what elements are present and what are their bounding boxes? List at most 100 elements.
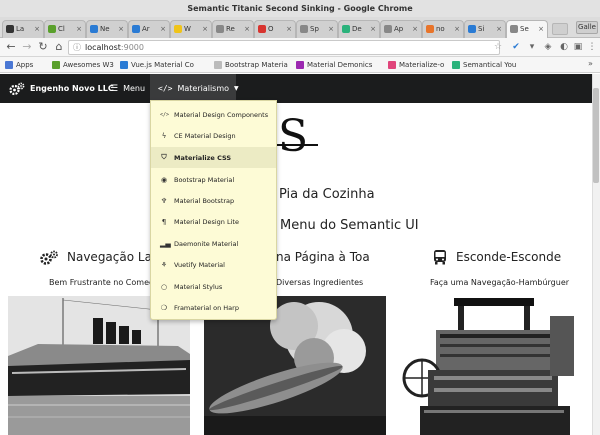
tab-favicon-icon [258,25,266,33]
menu-button[interactable]: ☰ Menu [102,74,153,103]
materialismo-dropdown[interactable]: </> Materialismo ▼ [150,74,239,103]
menu-item[interactable]: ♆ Material Bootstrap [151,190,276,211]
paragraph-icon: ¶ [161,217,167,226]
more-bookmarks-icon[interactable]: » [588,59,593,68]
close-tab-icon[interactable]: × [202,25,208,33]
bookmark-item[interactable]: Material Demonics [296,59,386,71]
new-tab-button[interactable] [552,23,568,35]
menu-item-selected[interactable]: ⛉ Materialize CSS [151,147,276,168]
bus-icon [434,250,446,265]
bookmark-star-icon[interactable]: ☆ [492,41,504,53]
column-subtitle: Diversas Ingredientes [276,278,364,287]
tab-favicon-icon [300,25,308,33]
browser-tab[interactable]: Ar × [128,20,170,38]
bookmark-favicon-icon [120,61,128,69]
browser-tab[interactable]: Ne × [86,20,128,38]
browser-tab[interactable]: W × [170,20,212,38]
browser-tab[interactable]: Ap × [380,20,422,38]
close-tab-icon[interactable]: × [496,25,502,33]
browser-tab[interactable]: Cl × [44,20,86,38]
close-tab-icon[interactable]: × [34,25,40,33]
brand[interactable]: Engenho Novo LLC [9,74,114,103]
url-port: :9000 [120,43,144,52]
gears-icon [9,82,25,95]
profile-button[interactable]: Galle [576,21,598,34]
menu-item-label: Material Design Components [174,110,269,119]
close-tab-icon[interactable]: × [244,25,250,33]
tab-favicon-icon [48,25,56,33]
browser-tab[interactable]: La × [2,20,44,38]
menu-item-label: Material Stylus [174,282,223,291]
menu-item[interactable]: ⚘ Vuetify Material [151,254,276,275]
close-tab-icon[interactable]: × [160,25,166,33]
tab-favicon-icon [342,25,350,33]
column-heading: na Página à Toa [276,247,370,267]
menu-item[interactable]: ϟ CE Material Design [151,125,276,146]
tab-label: Ne [100,25,110,33]
menu-item-label: CE Material Design [174,131,236,140]
close-tab-icon[interactable]: × [538,25,544,33]
column-title: na Página à Toa [276,250,370,264]
menu-item[interactable]: </> Material Design Components [151,104,276,125]
bookmark-label: Vue.js Material Co [131,61,194,69]
reload-icon[interactable]: ↻ [36,40,50,54]
browser-tab[interactable]: Si × [464,20,506,38]
menu-item[interactable]: ❍ Framaterial on Harp [151,297,276,318]
tab-favicon-icon [384,25,392,33]
extension-icon[interactable]: ▾ [526,41,538,53]
tab-label: De [352,25,362,33]
bookmark-item[interactable]: Materialize-o [388,59,450,71]
home-icon[interactable]: ⌂ [52,40,66,54]
menu-icon[interactable]: ⋮ [586,41,598,53]
menu-item[interactable]: ○ Material Stylus [151,276,276,297]
info-icon[interactable]: ⓘ [73,41,81,54]
extension-icon[interactable]: ◈ [542,41,554,53]
scrollbar-thumb[interactable] [593,88,599,183]
signal-icon: ▂▄ [160,239,171,248]
bookmark-apps[interactable]: Apps [5,59,45,71]
close-tab-icon[interactable]: × [412,25,418,33]
tab-favicon-icon [510,25,518,33]
apps-icon [5,61,13,69]
tab-label: Si [478,25,485,33]
menu-item-label: Daemonite Material [174,239,239,248]
sitemap-icon: ⚘ [160,260,168,269]
browser-tab-active[interactable]: Se × [506,20,548,39]
tab-label: Cl [58,25,65,33]
tab-label: W [184,25,191,33]
close-tab-icon[interactable]: × [286,25,292,33]
close-tab-icon[interactable]: × [328,25,334,33]
browser-tab[interactable]: De × [338,20,380,38]
browser-tab[interactable]: Sp × [296,20,338,38]
close-tab-icon[interactable]: × [454,25,460,33]
bookmark-label: Semantical You [463,61,517,69]
close-tab-icon[interactable]: × [370,25,376,33]
vue-devtools-icon[interactable]: ✔ [510,41,522,53]
extension-icon[interactable]: ▣ [572,41,584,53]
tab-strip: La × Cl × Ne × Ar × W × Re × O × Sp × De × Ap × no… [0,17,600,39]
hero-logo-bar [270,144,318,146]
close-tab-icon[interactable]: × [118,25,124,33]
browser-tab[interactable]: O × [254,20,296,38]
menu-item[interactable]: ◉ Bootstrap Material [151,169,276,190]
bookmark-favicon-icon [214,61,222,69]
bookmark-item[interactable]: Bootstrap Materia [214,59,292,71]
url-input[interactable]: ⓘ localhost:9000 [68,40,500,55]
menu-item[interactable]: ▂▄ Daemonite Material [151,233,276,254]
bookmark-item[interactable]: Semantical You [452,59,542,71]
shield-icon: ⛉ [161,153,167,161]
bookmark-item[interactable]: Vue.js Material Co [120,59,210,71]
bookmark-label: Awesomes W3 [63,61,114,69]
browser-tab[interactable]: Re × [212,20,254,38]
tab-label: Sp [310,25,319,33]
browser-tab[interactable]: no × [422,20,464,38]
close-tab-icon[interactable]: × [76,25,82,33]
column-title: Esconde-Esconde [456,250,562,264]
bolt-icon: ϟ [161,131,167,140]
extension-icon[interactable]: ◐ [558,41,570,53]
bookmark-label: Apps [16,61,34,69]
tab-favicon-icon [174,25,182,33]
back-icon[interactable]: ← [4,40,18,54]
forward-icon[interactable]: → [20,40,34,54]
menu-item[interactable]: ¶ Material Design Lite [151,211,276,232]
